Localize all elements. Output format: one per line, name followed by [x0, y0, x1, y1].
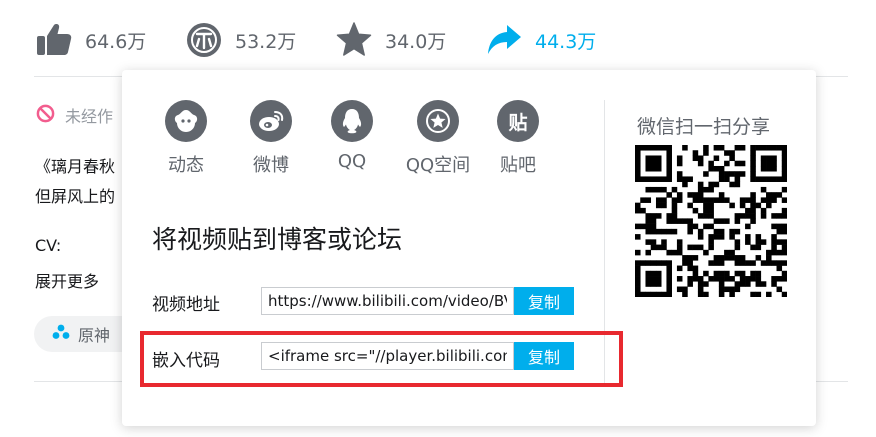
- copy-url-button[interactable]: 复制: [514, 287, 574, 315]
- coin-icon: [186, 22, 222, 58]
- share-dynamic-label: 动态: [168, 155, 204, 176]
- desc-line-1: 《璃月春秋: [35, 157, 116, 176]
- share-weibo[interactable]: 微博: [231, 100, 311, 177]
- share-arrow-icon: [486, 22, 522, 58]
- tag-cluster-icon: [52, 324, 70, 344]
- tieba-icon: 贴: [497, 100, 539, 142]
- favorite-count: 34.0万: [385, 30, 447, 53]
- share-qq-label: QQ: [337, 151, 367, 172]
- wechat-qr-code: [635, 145, 788, 301]
- favorite-button[interactable]: 34.0万: [336, 22, 446, 58]
- share-weibo-label: 微博: [253, 155, 289, 176]
- share-qzone-label: QQ空间: [405, 155, 471, 176]
- tag-label: 原神: [78, 326, 111, 345]
- qq-icon: [331, 100, 373, 142]
- desc-line-2: 但屏风上的: [35, 187, 116, 206]
- weibo-icon: [250, 100, 292, 142]
- share-button[interactable]: 44.3万: [486, 22, 596, 58]
- thumbs-up-icon: [36, 22, 72, 58]
- no-entry-icon: [36, 104, 55, 127]
- star-icon: [336, 22, 372, 58]
- share-qq[interactable]: QQ: [312, 100, 392, 172]
- highlight-box: [140, 331, 623, 387]
- dynamic-icon: [165, 100, 207, 142]
- wechat-share-title: 微信扫一扫分享: [637, 116, 771, 138]
- copyright-text: 未经作: [65, 107, 114, 126]
- video-url-label: 视频地址: [152, 295, 220, 315]
- cv-label: CV:: [35, 236, 62, 255]
- share-dynamic[interactable]: 动态: [146, 100, 226, 177]
- share-tieba[interactable]: 贴 贴吧: [478, 100, 558, 177]
- share-tieba-label: 贴吧: [500, 155, 536, 176]
- embed-section-title: 将视频贴到博客或论坛: [152, 225, 403, 254]
- like-button[interactable]: 64.6万: [36, 22, 146, 58]
- expand-more-link[interactable]: 展开更多: [35, 268, 99, 292]
- qzone-icon: [417, 100, 459, 142]
- tieba-glyph: 贴: [508, 111, 528, 134]
- share-qzone[interactable]: QQ空间: [398, 100, 478, 177]
- video-url-field[interactable]: [261, 287, 514, 315]
- coin-button[interactable]: 53.2万: [186, 22, 296, 58]
- copyright-notice: 未经作: [36, 103, 113, 127]
- share-count: 44.3万: [535, 30, 597, 53]
- like-count: 64.6万: [85, 30, 147, 53]
- coin-count: 53.2万: [235, 30, 297, 53]
